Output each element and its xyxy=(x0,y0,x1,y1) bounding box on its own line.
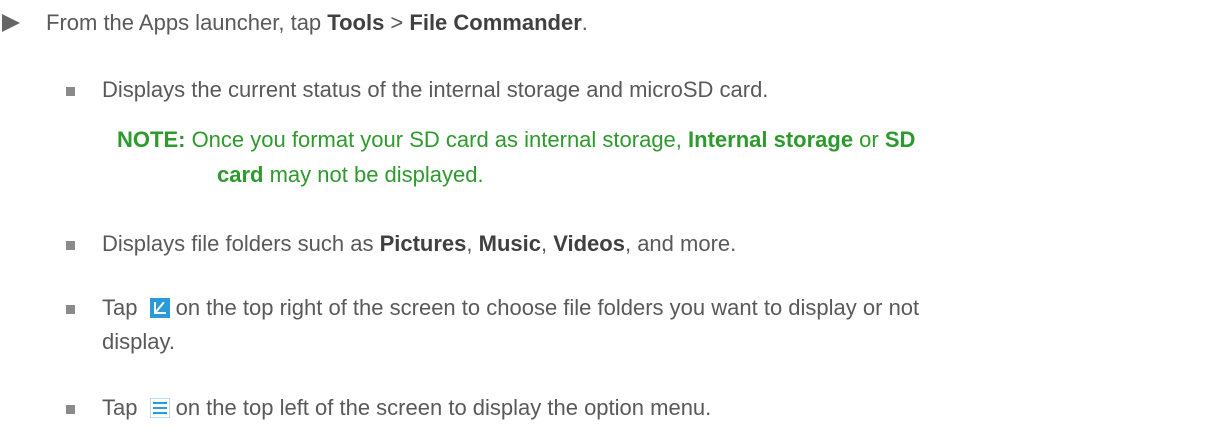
comma: , xyxy=(540,231,554,256)
tap-prefix: Tap xyxy=(102,295,144,320)
bullet-marker xyxy=(66,305,75,314)
pictures-label: Pictures xyxy=(379,231,467,256)
step-text: From the Apps launcher, tap Tools > File… xyxy=(46,10,588,35)
note-block: NOTE: Once you format your SD card as in… xyxy=(117,122,1157,192)
note-label: NOTE: xyxy=(117,127,186,152)
music-label: Music xyxy=(478,231,541,256)
step-end: . xyxy=(581,10,588,35)
edit-folders-icon xyxy=(149,298,170,318)
note-sd: SD xyxy=(884,127,916,152)
note-internal-storage: Internal storage xyxy=(688,127,854,152)
bullet-option-menu: Tap on the top left of the screen to dis… xyxy=(102,391,711,425)
bullet-edit-folders: Tap on the top right of the screen to ch… xyxy=(102,291,1182,359)
hamburger-menu-icon xyxy=(149,398,170,418)
bullet-file-folders: Displays file folders such as Pictures , … xyxy=(102,227,736,261)
edit-text-line2: display. xyxy=(102,329,175,354)
step-prefix: From the Apps launcher, tap xyxy=(46,10,328,35)
bullet-marker xyxy=(66,405,75,414)
bullet-marker xyxy=(66,241,75,250)
note-text-2: may not be displayed. xyxy=(263,162,484,187)
triangle-right-icon xyxy=(2,14,20,32)
edit-text-line1: on the top right of the screen to choose… xyxy=(175,295,920,320)
step-separator: > xyxy=(384,10,410,35)
note-text-1: Once you format your SD card as internal… xyxy=(185,127,689,152)
tap-prefix: Tap xyxy=(102,395,144,420)
tools-label: Tools xyxy=(327,10,385,35)
note-card: card xyxy=(217,162,264,187)
menu-text: on the top left of the screen to display… xyxy=(175,395,712,420)
bullet-marker xyxy=(66,87,75,96)
folders-prefix: Displays file folders such as xyxy=(102,231,380,256)
videos-label: Videos xyxy=(553,231,625,256)
comma: , xyxy=(466,231,479,256)
folders-end: , and more. xyxy=(624,231,737,256)
note-continuation: card may not be displayed. xyxy=(117,157,1157,192)
instruction-step: From the Apps launcher, tap Tools > File… xyxy=(0,10,588,36)
note-or: or xyxy=(853,127,885,152)
bullet-storage-status: Displays the current status of the inter… xyxy=(102,77,769,102)
file-commander-label: File Commander xyxy=(409,10,582,35)
